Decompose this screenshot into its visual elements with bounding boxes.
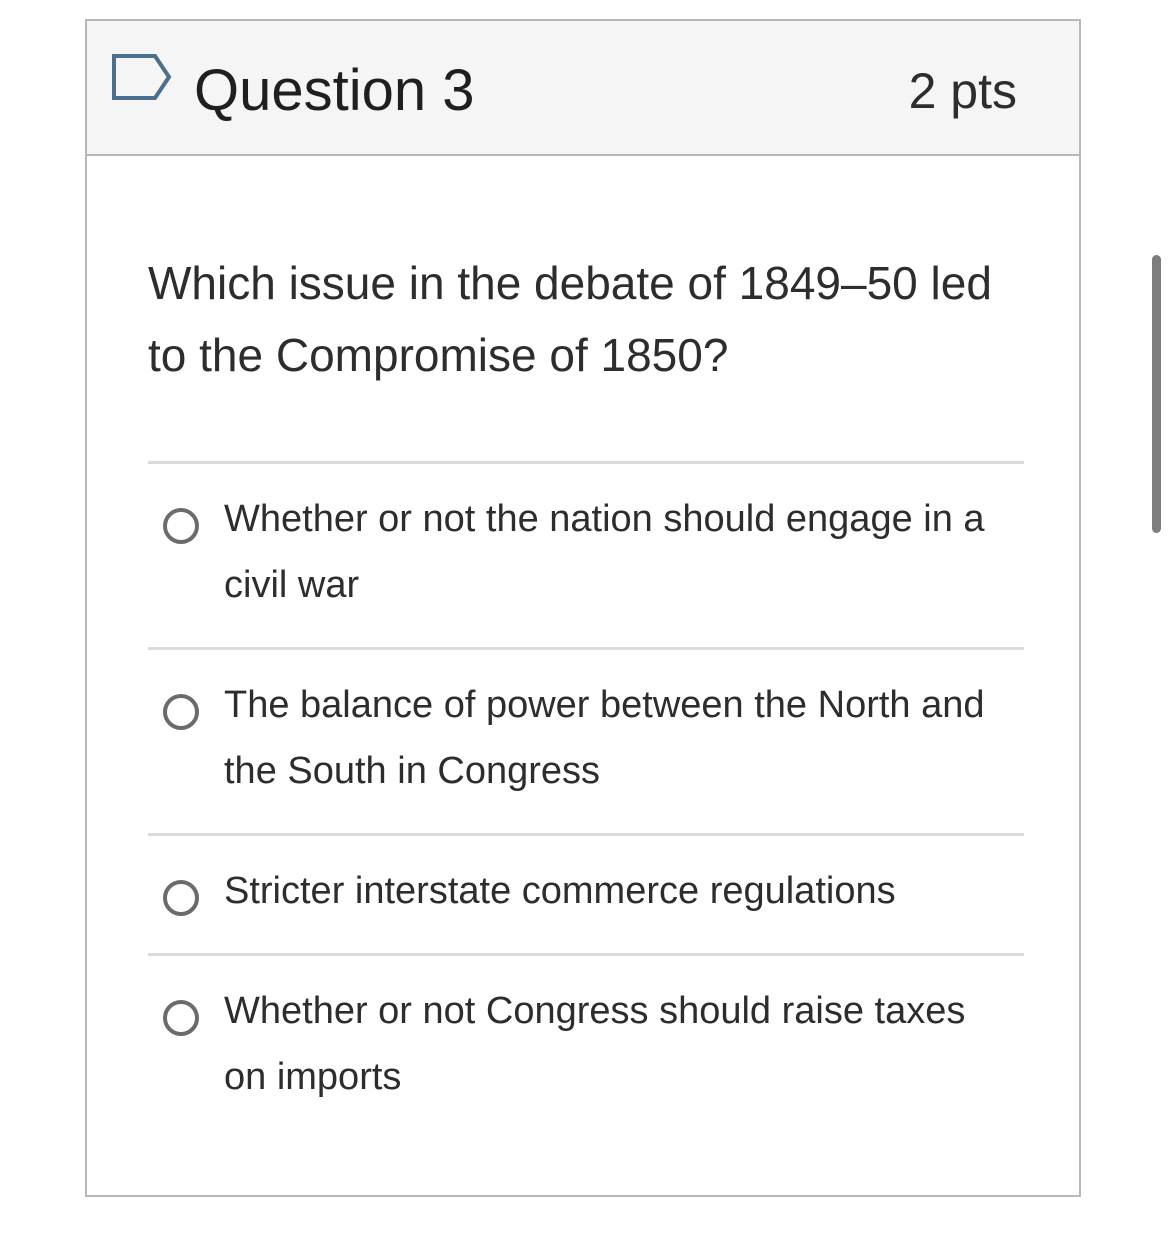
flag-outline-icon[interactable]: [111, 53, 175, 103]
radio-button[interactable]: [163, 508, 199, 544]
question-header: Question 3 2 pts: [87, 21, 1079, 156]
question-text: Which issue in the debate of 1849–50 led…: [148, 257, 992, 381]
answer-option[interactable]: The balance of power between the North a…: [148, 647, 1024, 833]
answer-label: Stricter interstate commerce regulations: [224, 870, 896, 912]
answer-label: The balance of power between the North a…: [224, 684, 985, 792]
question-card: Question 3 2 pts Which issue in the deba…: [85, 19, 1081, 1197]
radio-button[interactable]: [163, 1000, 199, 1036]
answer-label: Whether or not the nation should engage …: [224, 498, 985, 606]
radio-button[interactable]: [163, 694, 199, 730]
scrollbar-thumb[interactable]: [1152, 255, 1161, 533]
question-points: 2 pts: [908, 63, 1017, 119]
answer-option[interactable]: Stricter interstate commerce regulations: [148, 833, 1024, 953]
answer-option[interactable]: Whether or not Congress should raise tax…: [148, 953, 1024, 1113]
answer-list: Whether or not the nation should engage …: [148, 461, 1024, 1113]
answer-label: Whether or not Congress should raise tax…: [224, 990, 966, 1098]
answer-option[interactable]: Whether or not the nation should engage …: [148, 461, 1024, 647]
quiz-page: Question 3 2 pts Which issue in the deba…: [0, 0, 1170, 1246]
radio-button[interactable]: [163, 880, 199, 916]
question-title: Question 3: [194, 58, 475, 123]
